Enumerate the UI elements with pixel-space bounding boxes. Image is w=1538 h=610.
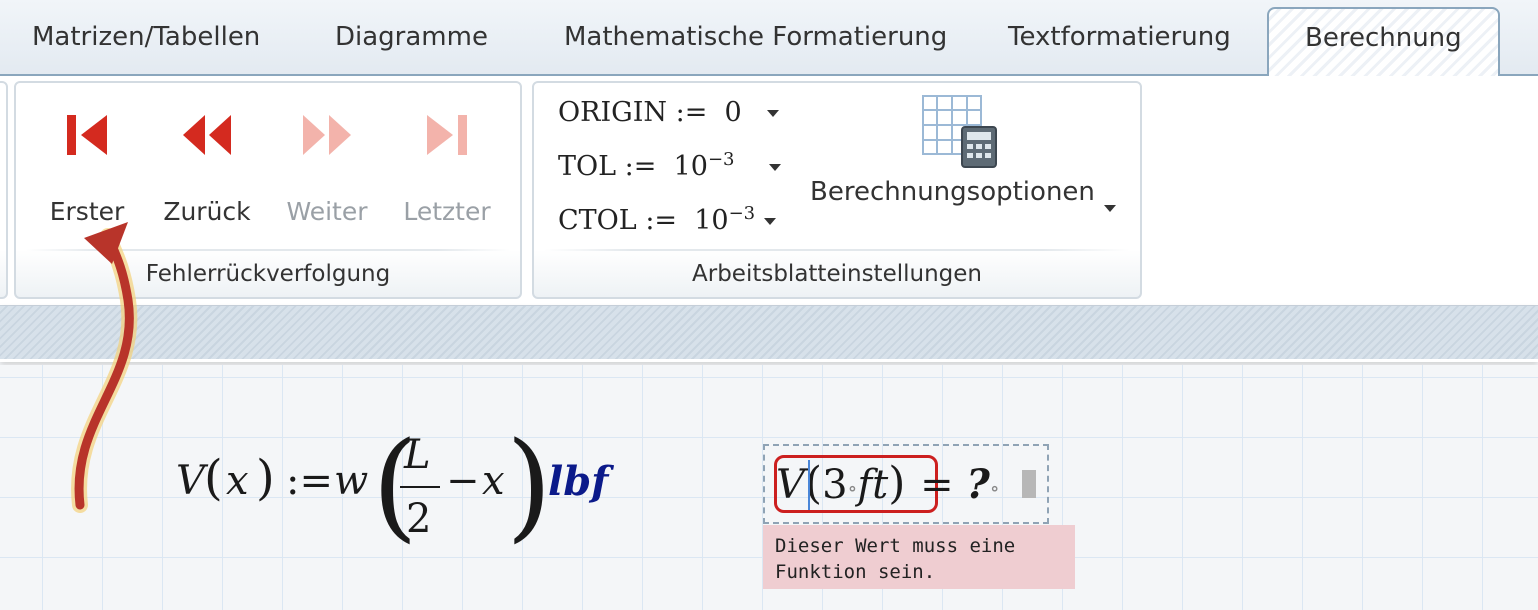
ribbon: Erster Zurück Weiter Letzter Fehlerrückv… xyxy=(0,76,1538,306)
back-label: Zurück xyxy=(163,197,251,226)
chevron-down-icon[interactable] xyxy=(763,218,776,225)
calculation-options-icon xyxy=(922,95,998,173)
ctol-exponent: −3 xyxy=(728,203,756,224)
eval-equals: = xyxy=(920,462,954,508)
forward-label: Weiter xyxy=(286,197,368,226)
origin-value: 0 xyxy=(724,97,742,128)
tol-setting[interactable]: TOL := 10−3 xyxy=(558,149,781,182)
first-icon xyxy=(65,113,109,161)
multiply-dot: ∘ xyxy=(847,476,858,500)
tol-base: 10 xyxy=(673,151,708,182)
def-assign: := xyxy=(286,458,333,504)
error-tracing-caption: Fehlerrückverfolgung xyxy=(145,261,391,287)
tol-name: TOL xyxy=(558,151,617,182)
back-icon xyxy=(181,113,233,161)
tol-exponent: −3 xyxy=(707,149,735,170)
tab-matrices-tables[interactable]: Matrizen/Tabellen xyxy=(32,22,260,52)
origin-assign: := xyxy=(675,97,708,128)
last-label: Letzter xyxy=(403,197,491,226)
unit-dot: ∘ xyxy=(989,476,1000,500)
def-fraction-bar xyxy=(400,486,440,488)
origin-name: ORIGIN xyxy=(558,97,667,128)
chevron-down-icon[interactable] xyxy=(768,164,781,171)
def-unit: lbf xyxy=(548,458,609,505)
tab-calculation[interactable]: Berechnung xyxy=(1267,7,1500,78)
origin-setting[interactable]: ORIGIN := 0 xyxy=(558,97,780,128)
tol-assign: := xyxy=(624,151,657,182)
worksheet-settings-caption: Arbeitsblatteinstellungen xyxy=(692,261,982,287)
eval-paren-close: ) xyxy=(888,458,906,509)
group-separator xyxy=(26,249,510,251)
tab-charts[interactable]: Diagramme xyxy=(335,22,488,52)
def-minus: − xyxy=(446,458,480,504)
ruler-strip xyxy=(0,306,1538,362)
unit-placeholder[interactable] xyxy=(1022,470,1036,498)
eval-result: ? xyxy=(966,461,990,508)
chevron-down-icon[interactable] xyxy=(1104,205,1116,212)
first-button[interactable]: Erster xyxy=(32,103,142,226)
def-bigparen-close: ) xyxy=(506,416,553,554)
last-button[interactable]: Letzter xyxy=(392,103,502,226)
eval-func: V xyxy=(776,462,805,508)
def-arg: x xyxy=(226,458,249,504)
calculation-options-button[interactable]: Berechnungsoptionen xyxy=(804,91,1124,241)
def-factor: w xyxy=(334,458,369,504)
def-func: V xyxy=(176,458,205,504)
tab-math-formatting[interactable]: Mathematische Formatierung xyxy=(564,22,947,52)
ctol-assign: := xyxy=(645,205,678,236)
text-cursor xyxy=(808,460,810,510)
back-button[interactable]: Zurück xyxy=(152,103,262,226)
error-tooltip: Dieser Wert muss eine Funktion sein. xyxy=(763,525,1075,589)
forward-button[interactable]: Weiter xyxy=(272,103,382,226)
chevron-down-icon[interactable] xyxy=(767,110,780,117)
forward-icon xyxy=(301,113,353,161)
last-icon xyxy=(425,113,469,161)
tab-text-formatting[interactable]: Textformatierung xyxy=(1008,22,1231,52)
first-label: Erster xyxy=(49,197,125,226)
def-denominator: 2 xyxy=(406,496,432,542)
calculation-options-label: Berechnungsoptionen xyxy=(810,177,1095,207)
ctol-name: CTOL xyxy=(558,205,637,236)
eval-arg-number: 3 xyxy=(822,462,848,508)
ribbon-tab-bar: Matrizen/Tabellen Diagramme Mathematisch… xyxy=(0,0,1538,78)
def-var: x xyxy=(482,458,505,504)
def-paren-close: ) xyxy=(256,450,275,506)
ctol-base: 10 xyxy=(694,205,729,236)
eval-arg-unit: ft xyxy=(857,462,889,508)
group-separator xyxy=(544,249,1130,251)
error-tracing-group: Erster Zurück Weiter Letzter Fehlerrückv… xyxy=(14,81,522,299)
def-paren-open: ( xyxy=(204,450,223,506)
ctol-setting[interactable]: CTOL := 10−3 xyxy=(558,203,776,236)
worksheet-settings-group: ORIGIN := 0 TOL := 10−3 CTOL := 10−3 Ber… xyxy=(532,81,1142,299)
def-numerator: L xyxy=(404,432,431,478)
previous-group-edge xyxy=(0,81,8,299)
